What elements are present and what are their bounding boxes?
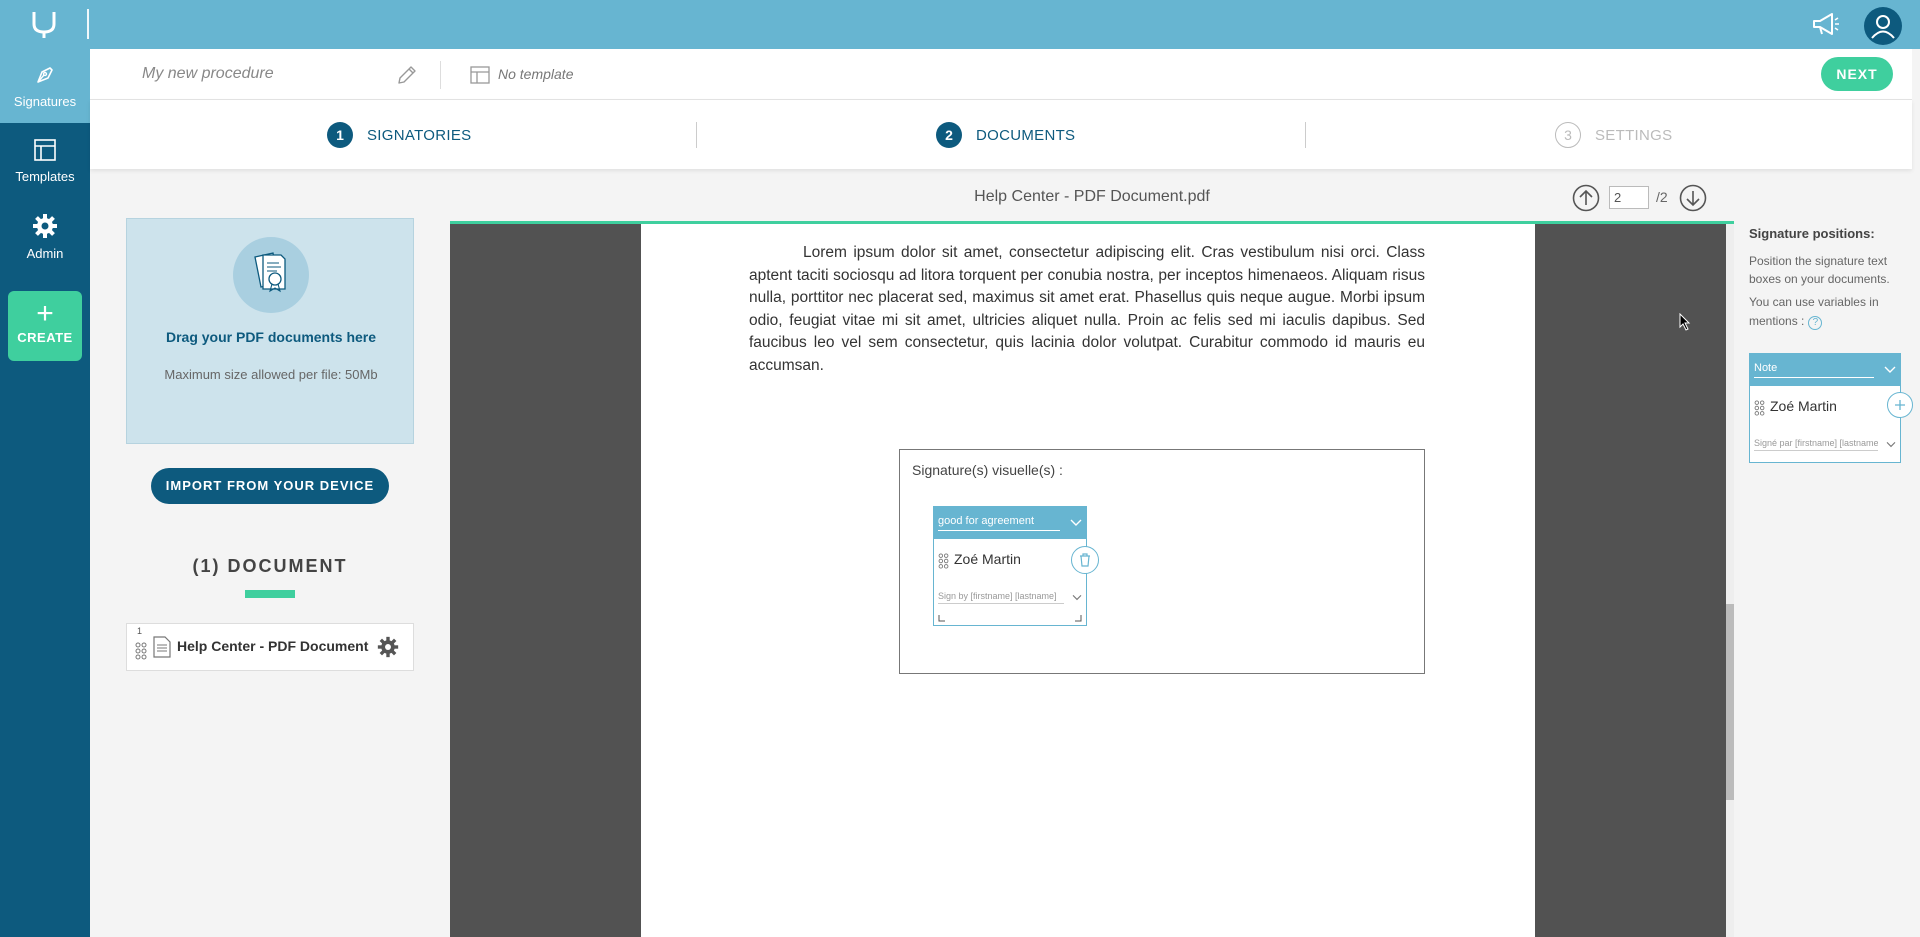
procedure-header: My new procedure No template NEXT [90,49,1912,100]
step-number: 3 [1555,122,1581,148]
viewer-header: Help Center - PDF Document.pdf [450,180,1734,222]
arrow-down-icon[interactable] [1679,184,1707,212]
sidebar-item-signatures[interactable]: Signatures [0,49,90,123]
top-bar [0,0,1920,49]
document-name: Help Center - PDF Document [177,638,369,654]
variables-hint: You can use variables in mentions :? [1749,293,1909,331]
viewer-scrollbar-thumb[interactable] [1726,604,1734,800]
step-settings[interactable]: 3 SETTINGS [1555,122,1672,148]
layout-icon [34,139,56,161]
chevron-down-icon[interactable] [1884,364,1896,374]
resize-corner-icon[interactable] [1074,614,1082,622]
document-index: 1 [137,626,143,636]
arrow-up-icon[interactable] [1572,184,1600,212]
create-label: CREATE [17,330,73,345]
step-label: SETTINGS [1595,126,1673,144]
chevron-down-icon[interactable] [1886,440,1896,448]
create-button[interactable]: + CREATE [8,291,82,361]
template-signature-box[interactable]: Note Zoé Martin Signé par [firstname] [l… [1749,353,1901,463]
mention-type-select[interactable]: good for agreement [934,507,1086,539]
mention-input[interactable]: Signé par [firstname] [lastname] [1754,438,1878,451]
import-from-device-button[interactable]: IMPORT FROM YOUR DEVICE [151,468,389,504]
procedure-name-input[interactable]: My new procedure [142,65,274,83]
file-icon [153,636,171,658]
drag-handle-icon[interactable] [938,553,949,569]
mention-type-label: Note [1754,362,1874,378]
pdf-page[interactable]: Lorem ipsum dolor sit amet, consectetur … [641,224,1535,937]
document-list-item[interactable]: 1 Help Center - PDF Document [126,623,414,671]
step-label: DOCUMENTS [976,126,1076,144]
page-paragraph: Lorem ipsum dolor sit amet, consectetur … [749,244,1425,374]
step-divider [696,122,697,148]
app-logo-icon[interactable] [30,10,60,40]
viewer-scrollbar[interactable] [1726,224,1734,937]
step-label: SIGNATORIES [367,126,472,144]
pencil-icon[interactable] [396,64,418,86]
template-selector[interactable]: No template [498,66,573,82]
signature-positions-title: Signature positions: [1749,226,1875,241]
pen-nib-icon [37,67,53,83]
documents-icon [233,237,309,313]
template-icon [470,66,490,84]
viewer-file-name: Help Center - PDF Document.pdf [974,188,1210,205]
gear-icon[interactable] [377,636,399,658]
delete-signature-button[interactable] [1071,546,1099,574]
page-number-input[interactable] [1609,186,1649,209]
step-documents[interactable]: 2 DOCUMENTS [936,122,1075,148]
drag-handle-icon[interactable] [135,642,147,660]
signature-positions-description: Position the signature text boxes on you… [1749,254,1890,286]
sidebar-item-label: Signatures [13,94,77,109]
plus-icon [1895,400,1905,410]
step-divider [1305,122,1306,148]
sidebar-item-admin[interactable]: Admin [0,199,90,273]
chevron-down-icon[interactable] [1072,593,1082,601]
page-total: /2 [1656,189,1668,205]
step-number: 1 [327,122,353,148]
gear-icon [33,214,57,238]
drag-handle-icon[interactable] [1754,400,1765,416]
mention-input[interactable]: Sign by [firstname] [lastname] [938,591,1064,604]
document-count-underline [245,590,295,598]
dropzone-title: Drag your PDF documents here [165,329,377,345]
sidebar: Signatures Templates Admin + CREATE [0,49,90,937]
chevron-down-icon[interactable] [1070,517,1082,527]
user-icon [1871,15,1895,39]
document-count: (1) DOCUMENT [192,556,348,576]
placed-signature-box[interactable]: good for agreement Zoé Martin Sign by [f… [933,506,1087,626]
mention-type-label: good for agreement [938,515,1060,531]
user-avatar[interactable] [1864,7,1902,45]
signatory-name: Zoé Martin [1770,398,1837,414]
header-separator [440,61,441,89]
mouse-cursor-icon [1679,313,1691,331]
trash-icon [1080,553,1090,567]
next-button[interactable]: NEXT [1821,57,1893,91]
resize-corner-icon[interactable] [938,614,946,622]
step-signatories[interactable]: 1 SIGNATORIES [327,122,471,148]
sidebar-item-label: Admin [26,246,64,261]
signature-frame-title: Signature(s) visuelle(s) : [912,462,1063,478]
pdf-dropzone[interactable]: Drag your PDF documents here Maximum siz… [126,218,414,444]
dropzone-subtitle: Maximum size allowed per file: 50Mb [164,367,378,382]
step-number: 2 [936,122,962,148]
mention-type-select[interactable]: Note [1750,354,1900,386]
add-signature-button[interactable] [1887,392,1913,418]
sidebar-item-label: Templates [15,169,75,184]
help-icon[interactable]: ? [1808,316,1823,330]
megaphone-icon[interactable] [1810,10,1840,38]
sidebar-item-templates[interactable]: Templates [0,124,90,198]
step-progress: 1 SIGNATORIES 2 DOCUMENTS 3 SETTINGS [90,100,1912,169]
signatory-name: Zoé Martin [954,551,1021,567]
plus-icon: + [36,297,54,330]
logo-separator [87,9,89,39]
